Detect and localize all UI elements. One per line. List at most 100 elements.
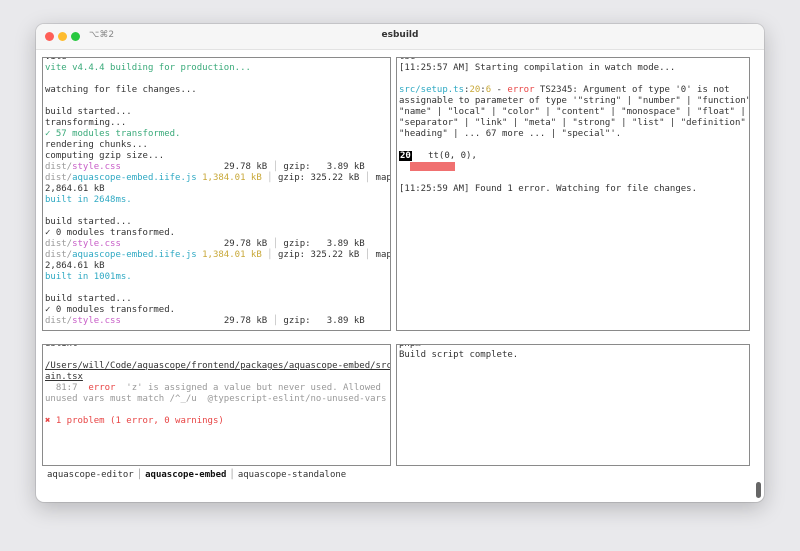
vite-output-line: ✓ 57 modules transformed.: [45, 129, 388, 140]
vite-output-text: 29.78 kB: [120, 316, 273, 326]
tsc-output-line: 20 tt(0, 0),: [399, 151, 747, 162]
vite-output-text: style.css: [72, 162, 121, 172]
vite-output-text: dist/: [45, 239, 73, 249]
vite-output-text: dist/: [45, 162, 73, 172]
eslint-output-text: unused vars must match /^_/u @typescript…: [45, 394, 387, 404]
eslint-output-text: 'z' is assigned a value but never used. …: [115, 383, 381, 393]
eslint-output-text: 81:7: [45, 383, 89, 393]
tsc-output-line: [11:25:57 AM] Starting compilation in wa…: [399, 63, 747, 74]
pnpm-pane-output: Build script complete.: [399, 350, 747, 361]
vite-output-text: dist/: [45, 173, 73, 183]
terminal-window: ⌥⌘2 esbuild vite vite v4.4.4 building fo…: [36, 24, 764, 502]
vite-output-text: ✓ 57 modules transformed.: [45, 129, 181, 139]
vite-output-line: 2,864.61 kB: [45, 184, 388, 195]
tsc-output-text: "name" | "local" | "color" | "content" |…: [399, 107, 746, 117]
vite-output-line: [45, 206, 388, 217]
eslint-pane[interactable]: eslint /Users/will/Code/aquascope/fronte…: [42, 344, 391, 466]
vite-output-text: 1,384.01 kB: [196, 250, 268, 260]
vite-output-line: vite v4.4.4 building for production...: [45, 63, 388, 74]
vite-output-line: ✓ 0 modules transformed.: [45, 305, 388, 316]
eslint-output-text: error: [88, 383, 116, 393]
vite-output-text: gzip: 325.22 kB: [272, 250, 365, 260]
vite-output-text: transforming...: [45, 118, 127, 128]
tsc-output-text: "separator" | "link" | "meta" | "strong"…: [399, 118, 750, 128]
vite-output-text: style.css: [72, 239, 121, 249]
vite-output-line: [45, 283, 388, 294]
vite-pane[interactable]: vite vite v4.4.4 building for production…: [42, 57, 391, 331]
tab-aquascope-editor[interactable]: aquascope-editor: [44, 470, 137, 480]
tsc-output-line: [399, 74, 747, 85]
tsc-output-text: TS2345: Argument of type '0' is not: [534, 85, 730, 95]
vite-output-line: dist/aquascope-embed.iife.js 1,384.01 kB…: [45, 173, 390, 184]
vite-output-text: gzip: 3.89 kB: [278, 162, 365, 172]
vite-output-text: build started...: [45, 107, 132, 117]
tab-aquascope-embed[interactable]: aquascope-embed: [142, 470, 229, 480]
vite-output-text: watching for file changes...: [45, 85, 197, 95]
vite-output-text: build started...: [45, 217, 132, 227]
vite-output-text: map:: [375, 173, 390, 183]
tsc-output-text: "heading" | ... 67 more ... | "special"'…: [399, 129, 622, 139]
vite-output-line: computing gzip size...: [45, 151, 388, 162]
vite-output-line: ✓ 0 modules transformed.: [45, 228, 388, 239]
eslint-output-text: ✖ 1 problem (1 error, 0 warnings): [45, 416, 224, 426]
vite-output-text: 2,864.61 kB: [45, 184, 105, 194]
eslint-output-line: [45, 350, 388, 361]
vite-output-line: [45, 74, 388, 85]
tab-aquascope-standalone[interactable]: aquascope-standalone: [235, 470, 349, 480]
vite-output-line: transforming...: [45, 118, 388, 129]
vite-output-line: built in 2648ms.: [45, 195, 388, 206]
tsc-output-line: assignable to parameter of type '"string…: [399, 96, 750, 107]
vite-output-line: watching for file changes...: [45, 85, 388, 96]
vite-output-line: built in 1001ms.: [45, 272, 388, 283]
tsc-output-text: 20: [469, 85, 481, 95]
vite-output-text: rendering chunks...: [45, 140, 148, 150]
vite-output-text: 1,384.01 kB: [196, 173, 268, 183]
vite-output-text: ✓ 0 modules transformed.: [45, 228, 176, 238]
tsc-output-line: "name" | "local" | "color" | "content" |…: [399, 107, 747, 118]
eslint-output-line: /Users/will/Code/aquascope/frontend/pack…: [45, 361, 390, 372]
vite-output-text: built in 2648ms.: [45, 195, 132, 205]
tsc-output-line: [11:25:59 AM] Found 1 error. Watching fo…: [399, 184, 747, 195]
tsc-output-line: "heading" | ... 67 more ... | "special"'…: [399, 129, 747, 140]
tsc-output-line: [399, 173, 747, 184]
vite-output-text: built in 1001ms.: [45, 272, 132, 282]
tsc-output-line: "separator" | "link" | "meta" | "strong"…: [399, 118, 747, 129]
vite-output-text: gzip: 3.89 kB: [278, 316, 365, 326]
tsc-output-line: [399, 162, 747, 173]
tsc-pane-output: [11:25:57 AM] Starting compilation in wa…: [399, 63, 750, 195]
tsc-output-text: error: [507, 85, 535, 95]
vite-output-line: rendering chunks...: [45, 140, 388, 151]
vite-output-text: computing gzip size...: [45, 151, 165, 161]
tsc-output-text: [11:25:57 AM] Starting compilation in wa…: [399, 63, 676, 73]
vite-output-text: aquascope-embed.iife.js: [72, 173, 197, 183]
tsc-output-text: assignable to parameter of type '"string…: [399, 96, 750, 106]
vite-output-text: dist/: [45, 316, 73, 326]
window-title: esbuild: [381, 30, 419, 40]
vite-output-line: dist/style.css 29.78 kB │ gzip: 3.89 kB: [45, 239, 388, 250]
tsc-output-text: 20: [399, 151, 412, 161]
pnpm-pane[interactable]: pnpm Build script complete.: [396, 344, 750, 466]
vite-output-text: map:: [375, 250, 390, 260]
vite-output-line: dist/style.css 29.78 kB │ gzip: 3.89 kB: [45, 162, 388, 173]
pnpm-output-text: Build script complete.: [399, 350, 519, 360]
tsc-pane[interactable]: tsc [11:25:57 AM] Starting compilation i…: [396, 57, 750, 331]
tsc-output-line: [399, 140, 747, 151]
vite-output-line: dist/aquascope-embed.iife.js 1,384.01 kB…: [45, 250, 390, 261]
eslint-output-line: 81:7 error 'z' is assigned a value but n…: [45, 383, 388, 394]
eslint-output-line: ✖ 1 problem (1 error, 0 warnings): [45, 416, 388, 427]
eslint-pane-output: /Users/will/Code/aquascope/frontend/pack…: [45, 350, 390, 427]
tsc-output-line: src/setup.ts:20:6 - error TS2345: Argume…: [399, 85, 747, 96]
scrollbar[interactable]: [756, 482, 761, 498]
vite-output-line: dist/style.css 29.78 kB │ gzip: 3.89 kB: [45, 316, 388, 327]
vite-output-text: 2,864.61 kB: [45, 261, 105, 271]
vite-output-text: 29.78 kB: [120, 239, 273, 249]
vite-output-text: 29.78 kB: [120, 162, 273, 172]
vite-output-line: build started...: [45, 107, 388, 118]
vite-output-line: build started...: [45, 217, 388, 228]
vite-output-text: ✓ 0 modules transformed.: [45, 305, 176, 315]
vite-output-text: aquascope-embed.iife.js: [72, 250, 197, 260]
workspace-tab-bar: aquascope-editor │ aquascope-embed │ aquasco…: [44, 470, 349, 480]
title-bar: ⌥⌘2 esbuild: [36, 24, 764, 50]
eslint-output-line: ain.tsx: [45, 372, 388, 383]
tsc-output-text: src/setup.ts: [399, 85, 465, 95]
